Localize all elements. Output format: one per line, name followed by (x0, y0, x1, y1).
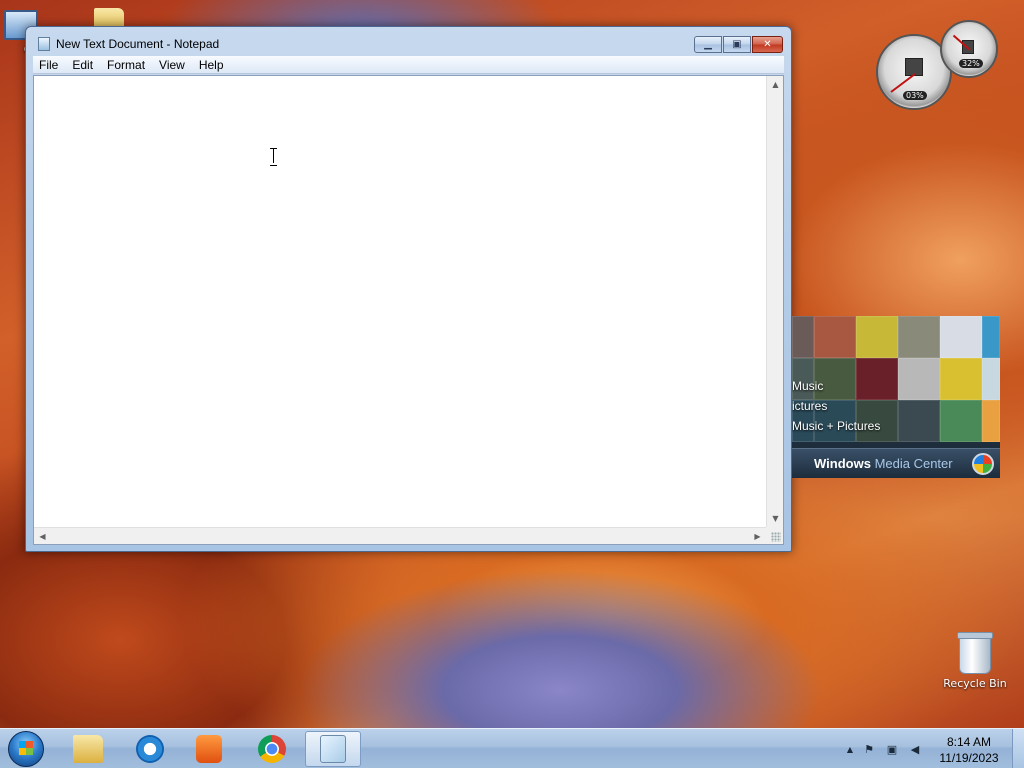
show-hidden-icons-icon[interactable]: ▲ (843, 742, 857, 756)
clock-date: 11/19/2023 (939, 751, 999, 765)
vertical-scrollbar[interactable]: ▲ ▼ (766, 76, 783, 527)
action-center-flag-icon[interactable]: ⚑ (862, 742, 876, 756)
media-center-menu: Music ictures Music + Pictures (792, 376, 992, 436)
media-center-title-bold: Windows (814, 456, 871, 471)
taskbar-notepad[interactable] (305, 731, 361, 767)
memory-percent-label: 32% (959, 59, 983, 68)
minimize-button[interactable]: ▁ (694, 36, 722, 53)
menu-bar: File Edit Format View Help (33, 56, 784, 74)
notepad-window[interactable]: New Text Document - Notepad ▁ ▣ ✕ File E… (25, 26, 792, 552)
resize-corner[interactable] (766, 527, 783, 544)
menu-view[interactable]: View (152, 58, 192, 72)
clock-time: 8:14 AM (946, 735, 992, 749)
media-center-title-bar[interactable]: Windows Media Center (792, 448, 1000, 478)
window-controls: ▁ ▣ ✕ (693, 36, 783, 53)
horizontal-scrollbar[interactable]: ◀ ▶ (34, 527, 766, 544)
network-icon[interactable]: ▣ (885, 742, 899, 756)
text-editor: ▲ ▼ ◀ ▶ (33, 75, 784, 545)
resize-grip-icon (771, 532, 781, 542)
memory-gauge[interactable]: 32% (940, 20, 998, 78)
text-cursor-icon (270, 148, 278, 166)
close-button[interactable]: ✕ (752, 36, 783, 53)
media-center-title: Windows Media Center (814, 456, 953, 471)
scroll-down-icon[interactable]: ▼ (767, 510, 784, 527)
show-desktop-button[interactable] (1012, 729, 1024, 768)
ie-icon (136, 735, 164, 763)
menu-edit[interactable]: Edit (65, 58, 100, 72)
volume-muted-icon[interactable]: ◀ (908, 742, 922, 756)
windows-logo-icon (972, 453, 994, 475)
desktop-icon-label: Recycle Bin (943, 677, 1007, 690)
scroll-up-icon[interactable]: ▲ (767, 76, 784, 93)
menu-file[interactable]: File (33, 58, 65, 72)
desktop-icon-recycle-bin[interactable]: Recycle Bin (940, 632, 1010, 690)
media-center-gadget[interactable]: Music ictures Music + Pictures Windows M… (792, 316, 1000, 478)
menu-format[interactable]: Format (100, 58, 152, 72)
menu-help[interactable]: Help (192, 58, 231, 72)
menu-item-music[interactable]: Music (792, 376, 992, 396)
taskbar-internet-explorer[interactable] (122, 731, 178, 767)
taskbar-media-player[interactable] (181, 731, 237, 767)
clock[interactable]: 8:14 AM 11/19/2023 (934, 734, 1004, 766)
taskbar-chrome[interactable] (244, 731, 300, 767)
notepad-icon (320, 735, 346, 763)
window-title: New Text Document - Notepad (56, 37, 220, 51)
menu-item-pictures[interactable]: ictures (792, 396, 992, 416)
cpu-needle (890, 73, 916, 93)
notepad-icon (38, 37, 50, 51)
scroll-right-icon[interactable]: ▶ (749, 528, 766, 545)
cpu-percent-label: 03% (903, 91, 927, 100)
title-bar[interactable]: New Text Document - Notepad ▁ ▣ ✕ (26, 27, 791, 57)
menu-item-music-pictures[interactable]: Music + Pictures (792, 416, 992, 436)
taskbar: ▲ ⚑ ▣ ◀ 8:14 AM 11/19/2023 (0, 728, 1024, 768)
media-player-icon (196, 735, 222, 763)
start-button[interactable] (8, 731, 44, 767)
media-center-title-light: Media Center (874, 456, 953, 471)
chrome-icon (258, 735, 286, 763)
scroll-left-icon[interactable]: ◀ (34, 528, 51, 545)
taskbar-explorer[interactable] (60, 731, 116, 767)
folder-icon (73, 735, 103, 763)
maximize-button[interactable]: ▣ (723, 36, 751, 53)
system-tray: ▲ ⚑ ▣ ◀ 8:14 AM 11/19/2023 (839, 729, 1024, 768)
text-area[interactable] (34, 76, 766, 527)
recycle-bin-icon (957, 632, 993, 674)
